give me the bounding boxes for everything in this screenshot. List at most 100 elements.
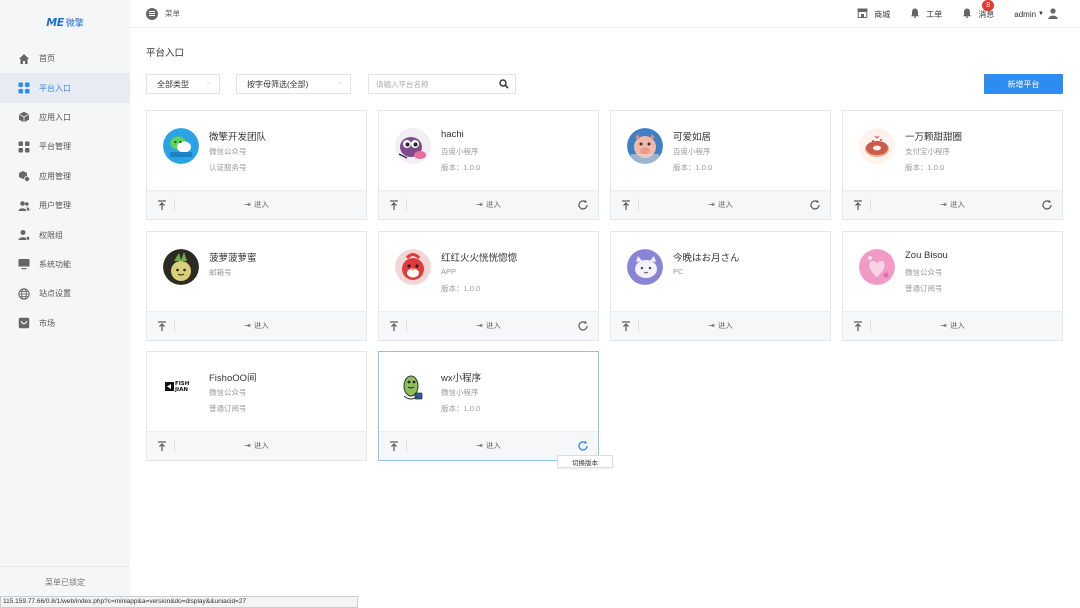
sidebar-item-user-manage[interactable]: 用户管理 — [0, 191, 130, 220]
card-footer: ⇥ 进入 — [611, 311, 830, 340]
platform-card[interactable]: Zou Bisou 微信公众号 普通订阅号 ⇥ 进入 — [842, 231, 1063, 341]
platform-type: APP — [441, 267, 457, 276]
switch-version-icon[interactable] — [577, 199, 589, 211]
switch-version-icon[interactable] — [577, 320, 589, 332]
enter-platform-link[interactable]: ⇥ 进入 — [147, 320, 366, 331]
switch-version-icon[interactable] — [809, 199, 821, 211]
chevron-down-icon: ⌵ — [337, 80, 342, 86]
sidebar-item-app-entry[interactable]: 应用入口 — [0, 103, 130, 132]
type-filter-select[interactable]: 全部类型 ⌵ — [146, 74, 220, 94]
platform-avatar — [163, 249, 199, 285]
sidebar-item-market[interactable]: 市场 — [0, 309, 130, 338]
sidebar-item-site-settings[interactable]: 站点设置 — [0, 279, 130, 308]
enter-platform-link[interactable]: ⇥ 进入 — [843, 199, 1062, 210]
sidebar-item-label: 平台入口 — [39, 83, 71, 93]
platform-card[interactable]: hachi 百度小程序 版本：1.0.0 ⇥ 进入 — [378, 110, 599, 220]
home-icon — [18, 53, 30, 65]
switch-version-icon[interactable] — [577, 440, 589, 452]
platform-name: 红红火火恍恍惚惚 — [441, 253, 518, 264]
menu-lock-toggle[interactable]: 菜单已锁定 — [0, 566, 130, 588]
platform-name: Zou Bisou — [905, 250, 948, 261]
letter-filter-select[interactable]: 按字母筛选(全部) ⌵ — [236, 74, 351, 94]
platform-card[interactable]: 微擎开发团队 微信公众号 认证服务号 ⇥ 进入 — [146, 110, 367, 220]
platform-name: 微擎开发团队 — [209, 132, 267, 143]
platform-type: 支付宝小程序 — [905, 147, 950, 156]
card-footer: ⇥ 进入 — [147, 311, 366, 340]
enter-label: 进入 — [253, 441, 269, 450]
enter-platform-link[interactable]: ⇥ 进入 — [611, 199, 830, 210]
monitor-icon — [18, 258, 30, 270]
platform-card[interactable]: FISH JIAN FishoOO间 微信公众号 普通订阅号 ⇥ 进入 — [146, 351, 367, 461]
platform-card[interactable]: 菠萝菠萝蜜 邮箱号 ⇥ 进入 — [146, 231, 367, 341]
card-body: wx小程序 微信小程序 版本：1.0.0 — [379, 352, 598, 431]
sidebar-item-permission-group[interactable]: 权限组 — [0, 220, 130, 249]
sidebar-item-platform-entry[interactable]: 平台入口 — [0, 73, 130, 103]
enter-platform-link[interactable]: ⇥ 进入 — [379, 440, 598, 451]
sidebar-item-label: 站点设置 — [39, 289, 71, 299]
sidebar-item-label: 应用入口 — [39, 112, 71, 122]
enter-label: 进入 — [949, 321, 965, 330]
sidebar-item-label: 权限组 — [39, 230, 63, 240]
enter-platform-link[interactable]: ⇥ 进入 — [379, 199, 598, 210]
sidebar-item-app-manage[interactable]: 应用管理 — [0, 162, 130, 191]
card-footer: ⇥ 进入 — [611, 190, 830, 219]
sign-in-icon: ⇥ — [476, 200, 483, 209]
card-footer: ⇥ 进入 — [147, 190, 366, 219]
platform-name: 可爱如居 — [673, 132, 712, 143]
username: admin — [1014, 9, 1037, 19]
bell-icon — [910, 8, 920, 20]
platform-card[interactable]: 今晚はお月さん PC ⇥ 进入 — [610, 231, 831, 341]
switch-version-icon[interactable] — [1041, 199, 1053, 211]
brand-logo[interactable]: ME 微擎 — [0, 0, 130, 44]
header-shop-link[interactable]: 商城 — [857, 8, 890, 20]
header-message-link[interactable]: 消息 8 — [962, 0, 995, 20]
platform-detail: 版本：1.0.0 — [905, 163, 945, 172]
header-ticket-link[interactable]: 工单 — [910, 8, 942, 20]
sidebar-item-label: 首页 — [39, 54, 55, 64]
top-header: 菜单 商城 工单 消息 8 admin ▼ — [130, 0, 1080, 28]
platform-type: 百度小程序 — [441, 147, 479, 156]
enter-platform-link[interactable]: ⇥ 进入 — [843, 320, 1062, 331]
switch-version-tooltip: 切换版本 — [557, 455, 613, 468]
card-body: 可爱如居 百度小程序 版本：1.0.0 — [611, 111, 830, 190]
platform-avatar — [859, 249, 895, 285]
platform-detail: 版本：1.0.0 — [441, 284, 481, 293]
platform-card[interactable]: 红红火火恍恍惚惚 APP 版本：1.0.0 ⇥ 进入 — [378, 231, 599, 341]
platform-card[interactable]: 可爱如居 百度小程序 版本：1.0.0 ⇥ 进入 — [610, 110, 831, 220]
fish-logo-text: FISH JIAN — [175, 381, 190, 393]
brand-mark: ME — [46, 15, 64, 29]
platform-detail: 普通订阅号 — [209, 404, 247, 413]
enter-platform-link[interactable]: ⇥ 进入 — [379, 320, 598, 331]
platform-detail: 认证服务号 — [209, 163, 247, 172]
platform-card[interactable]: 一万颗甜甜圈 支付宝小程序 版本：1.0.0 ⇥ 进入 — [842, 110, 1063, 220]
platform-type: 邮箱号 — [209, 268, 232, 277]
enter-label: 进入 — [717, 200, 733, 209]
platform-card[interactable]: wx小程序 微信小程序 版本：1.0.0 ⇥ 进入 — [378, 351, 599, 461]
platform-name: 今晚はお月さん — [673, 253, 740, 264]
shop-icon — [857, 8, 868, 20]
enter-platform-link[interactable]: ⇥ 进入 — [611, 320, 830, 331]
sidebar-item-home[interactable]: 首页 — [0, 44, 130, 73]
search-icon[interactable] — [499, 79, 509, 91]
platform-avatar — [395, 249, 431, 285]
bell-icon — [962, 8, 972, 20]
sign-in-icon: ⇥ — [940, 321, 947, 330]
user-menu[interactable]: admin ▼ — [1014, 7, 1058, 21]
enter-platform-link[interactable]: ⇥ 进入 — [147, 440, 366, 451]
apps-gear-icon — [18, 170, 30, 183]
add-platform-button[interactable]: 新增平台 — [984, 74, 1063, 94]
card-body: Zou Bisou 微信公众号 普通订阅号 — [843, 232, 1062, 311]
sidebar-item-platform-manage[interactable]: 平台管理 — [0, 132, 130, 161]
menu-toggle[interactable]: 菜单 — [146, 7, 180, 20]
platform-detail: 版本：1.0.0 — [673, 163, 713, 172]
sidebar-item-system[interactable]: 系统功能 — [0, 250, 130, 279]
enter-label: 进入 — [485, 441, 501, 450]
sidebar-item-label: 用户管理 — [39, 201, 71, 211]
platform-detail: 普通订阅号 — [905, 284, 943, 293]
enter-platform-link[interactable]: ⇥ 进入 — [147, 199, 366, 210]
sidebar-item-label: 平台管理 — [39, 142, 71, 152]
card-footer: ⇥ 进入 — [843, 311, 1062, 340]
grid-icon — [18, 141, 30, 153]
search-input[interactable] — [369, 79, 493, 89]
sidebar-item-label: 系统功能 — [39, 259, 71, 269]
